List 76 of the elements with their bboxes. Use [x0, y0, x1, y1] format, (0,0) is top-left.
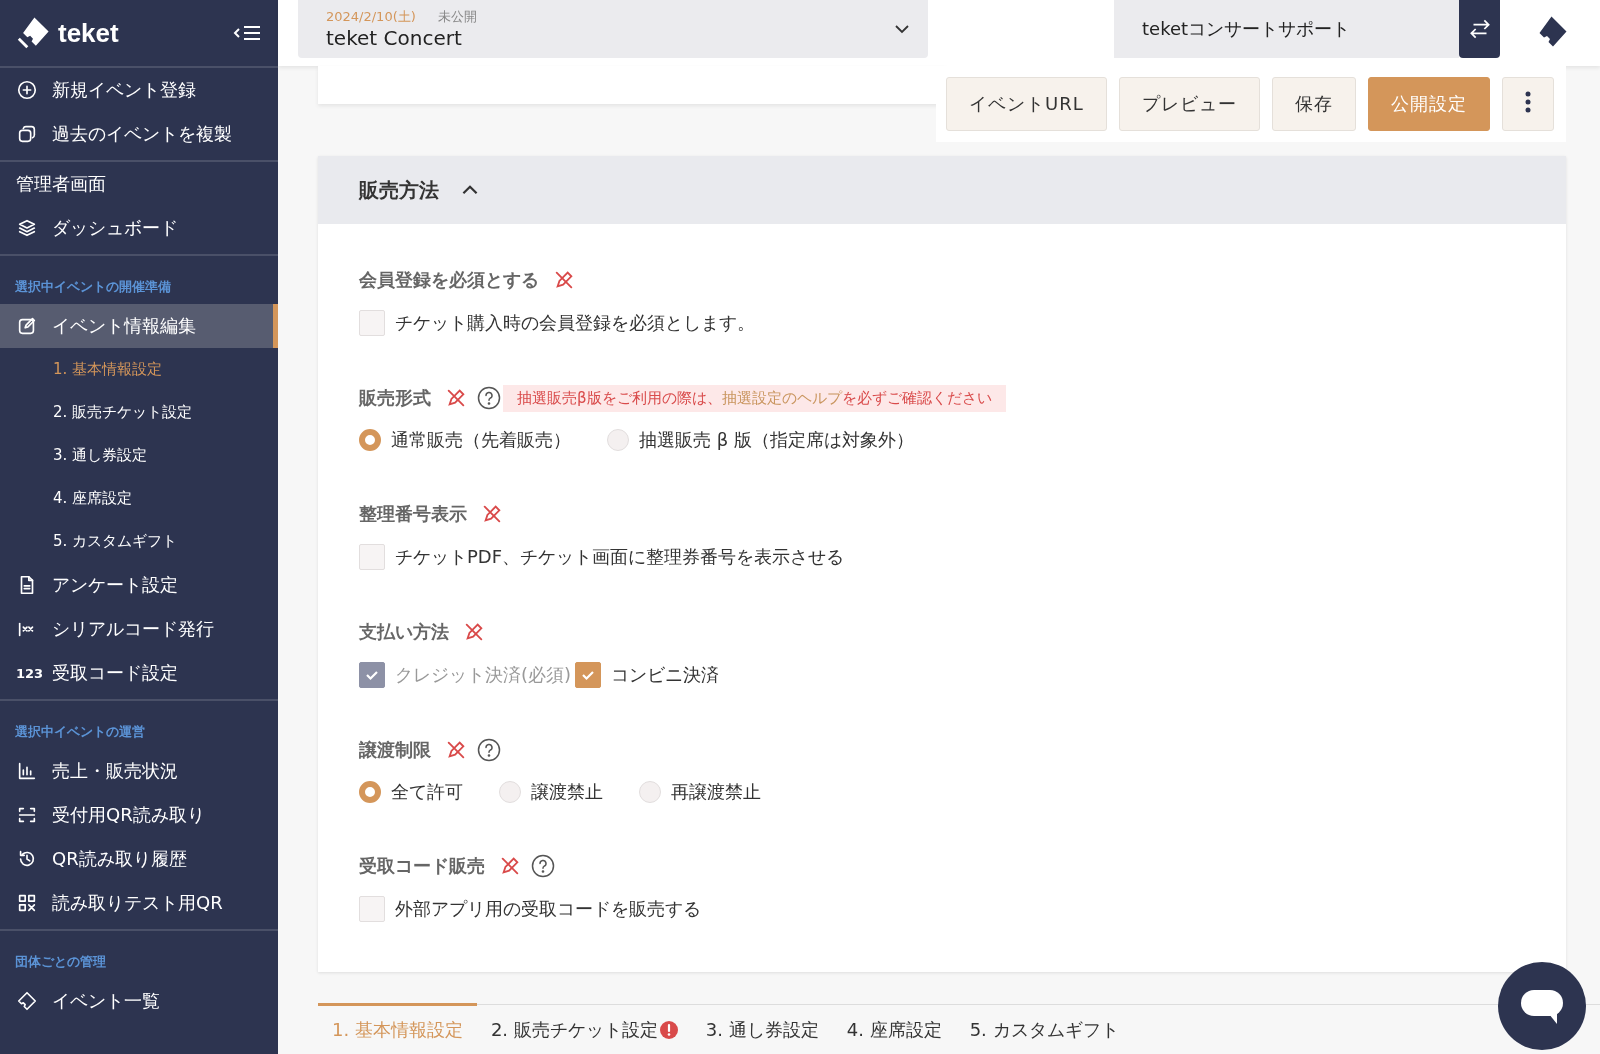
- option-label: 通常販売（先着販売）: [391, 428, 571, 452]
- pencil-cross-icon: [499, 855, 521, 877]
- sidebar-item[interactable]: 過去のイベントを複製: [0, 112, 278, 156]
- step-tab[interactable]: 2. 販売チケット設定: [476, 1003, 692, 1052]
- step-tab[interactable]: 5. カスタムギフト: [955, 1003, 1133, 1052]
- event-status: 未公開: [437, 8, 477, 26]
- qr-code-icon: [16, 892, 38, 914]
- pencil-cross-icon: [445, 387, 467, 409]
- option-label: 抽選販売 β 版（指定席は対象外）: [639, 428, 914, 452]
- option-label: チケット購入時の会員登録を必須とします。: [395, 311, 755, 335]
- organization-name: teketコンサートサポート: [1114, 0, 1459, 58]
- ticket-icon: [16, 990, 38, 1012]
- section-title: 販売方法: [359, 176, 439, 204]
- sidebar-item[interactable]: ダッシュボード: [0, 206, 278, 250]
- alert-icon: [659, 1021, 678, 1039]
- option-label: クレジット決済(必須): [395, 663, 572, 687]
- sidebar-subitem[interactable]: 2. 販売チケット設定: [0, 391, 278, 434]
- sidebar-subitem[interactable]: 5. カスタムギフト: [0, 520, 278, 563]
- sidebar-section-heading: 団体ごとの管理: [14, 953, 107, 971]
- copy-icon: [16, 123, 38, 145]
- help-icon[interactable]: [477, 738, 501, 762]
- bar-chart-icon: [16, 760, 38, 782]
- layers-icon: [16, 217, 38, 239]
- sidebar-item[interactable]: 新規イベント登録: [0, 68, 278, 112]
- toolbar-button[interactable]: 保存: [1271, 77, 1356, 131]
- more-button[interactable]: [1501, 77, 1554, 131]
- radio-button[interactable]: [359, 429, 381, 451]
- field-label: 販売形式: [359, 386, 431, 410]
- sidebar-item[interactable]: 売上・販売状況: [0, 749, 278, 793]
- sidebar-subitem[interactable]: 3. 通し券設定: [0, 434, 278, 477]
- sidebar-item[interactable]: 管理者画面: [0, 162, 278, 206]
- sidebar-item[interactable]: QR読み取り履歴: [0, 837, 278, 881]
- step-tab[interactable]: 3. 通し券設定: [691, 1003, 833, 1052]
- toolbar-button[interactable]: イベントURL: [946, 77, 1107, 131]
- sidebar-item[interactable]: アンケート設定: [0, 563, 278, 607]
- notice-message: 抽選販売β版をご利用の際は、抽選設定のヘルプを必ずご確認ください: [503, 384, 1006, 412]
- sidebar-section-heading: 選択中イベントの開催準備: [14, 278, 172, 296]
- field-label: 受取コード販売: [359, 854, 485, 878]
- sidebar-item[interactable]: シリアルコード発行: [0, 607, 278, 651]
- sidebar-item[interactable]: 受付用QR読み取り: [0, 793, 278, 837]
- event-date: 2024/2/10(土): [326, 8, 416, 26]
- step-tab[interactable]: 4. 座席設定: [832, 1003, 956, 1052]
- radio-button[interactable]: [359, 781, 381, 803]
- field-label: 会員登録を必須とする: [359, 268, 539, 292]
- checkbox[interactable]: [575, 662, 602, 688]
- sidebar-item[interactable]: 123 受取コード設定: [0, 651, 278, 695]
- sidebar-section-heading: 選択中イベントの運営: [14, 723, 146, 741]
- help-icon[interactable]: [531, 854, 555, 878]
- brand-logo[interactable]: teket: [58, 17, 224, 49]
- field-label: 整理番号表示: [359, 502, 467, 526]
- pencil-cross-icon: [463, 621, 485, 643]
- event-selector[interactable]: 2024/2/10(土) 未公開 teket Concert: [298, 0, 928, 58]
- switch-organization-button[interactable]: [1459, 0, 1500, 58]
- option-label: コンビニ決済: [611, 663, 720, 687]
- option-label: 全て許可: [391, 780, 463, 804]
- help-icon[interactable]: [477, 386, 501, 410]
- option-label: 外部アプリ用の受取コードを販売する: [395, 897, 701, 921]
- event-name: teket Concert: [326, 26, 463, 50]
- sidebar-subitem[interactable]: 1. 基本情報設定: [0, 348, 278, 391]
- sidebar-subitem[interactable]: 4. 座席設定: [0, 477, 278, 520]
- sidebar-item[interactable]: イベント一覧: [0, 979, 278, 1023]
- pencil-cross-icon: [553, 269, 575, 291]
- option-label: 再譲渡禁止: [671, 780, 761, 804]
- option-label: 譲渡禁止: [531, 780, 603, 804]
- add-circle-icon: [16, 79, 38, 101]
- ticket-logo-icon: [16, 16, 50, 50]
- edit-icon: [16, 315, 38, 337]
- toolbar-button[interactable]: プレビュー: [1118, 77, 1260, 131]
- field-label: 支払い方法: [359, 620, 449, 644]
- sidebar-item[interactable]: 読み取りテスト用QR: [0, 881, 278, 925]
- pencil-cross-icon: [481, 503, 503, 525]
- option-label: チケットPDF、チケット画面に整理券番号を表示させる: [395, 545, 845, 569]
- sidebar-item[interactable]: イベント情報編集: [0, 304, 278, 348]
- pencil-cross-icon: [445, 739, 467, 761]
- field-label: 譲渡制限: [359, 738, 431, 762]
- more-vertical-icon: [1524, 90, 1531, 114]
